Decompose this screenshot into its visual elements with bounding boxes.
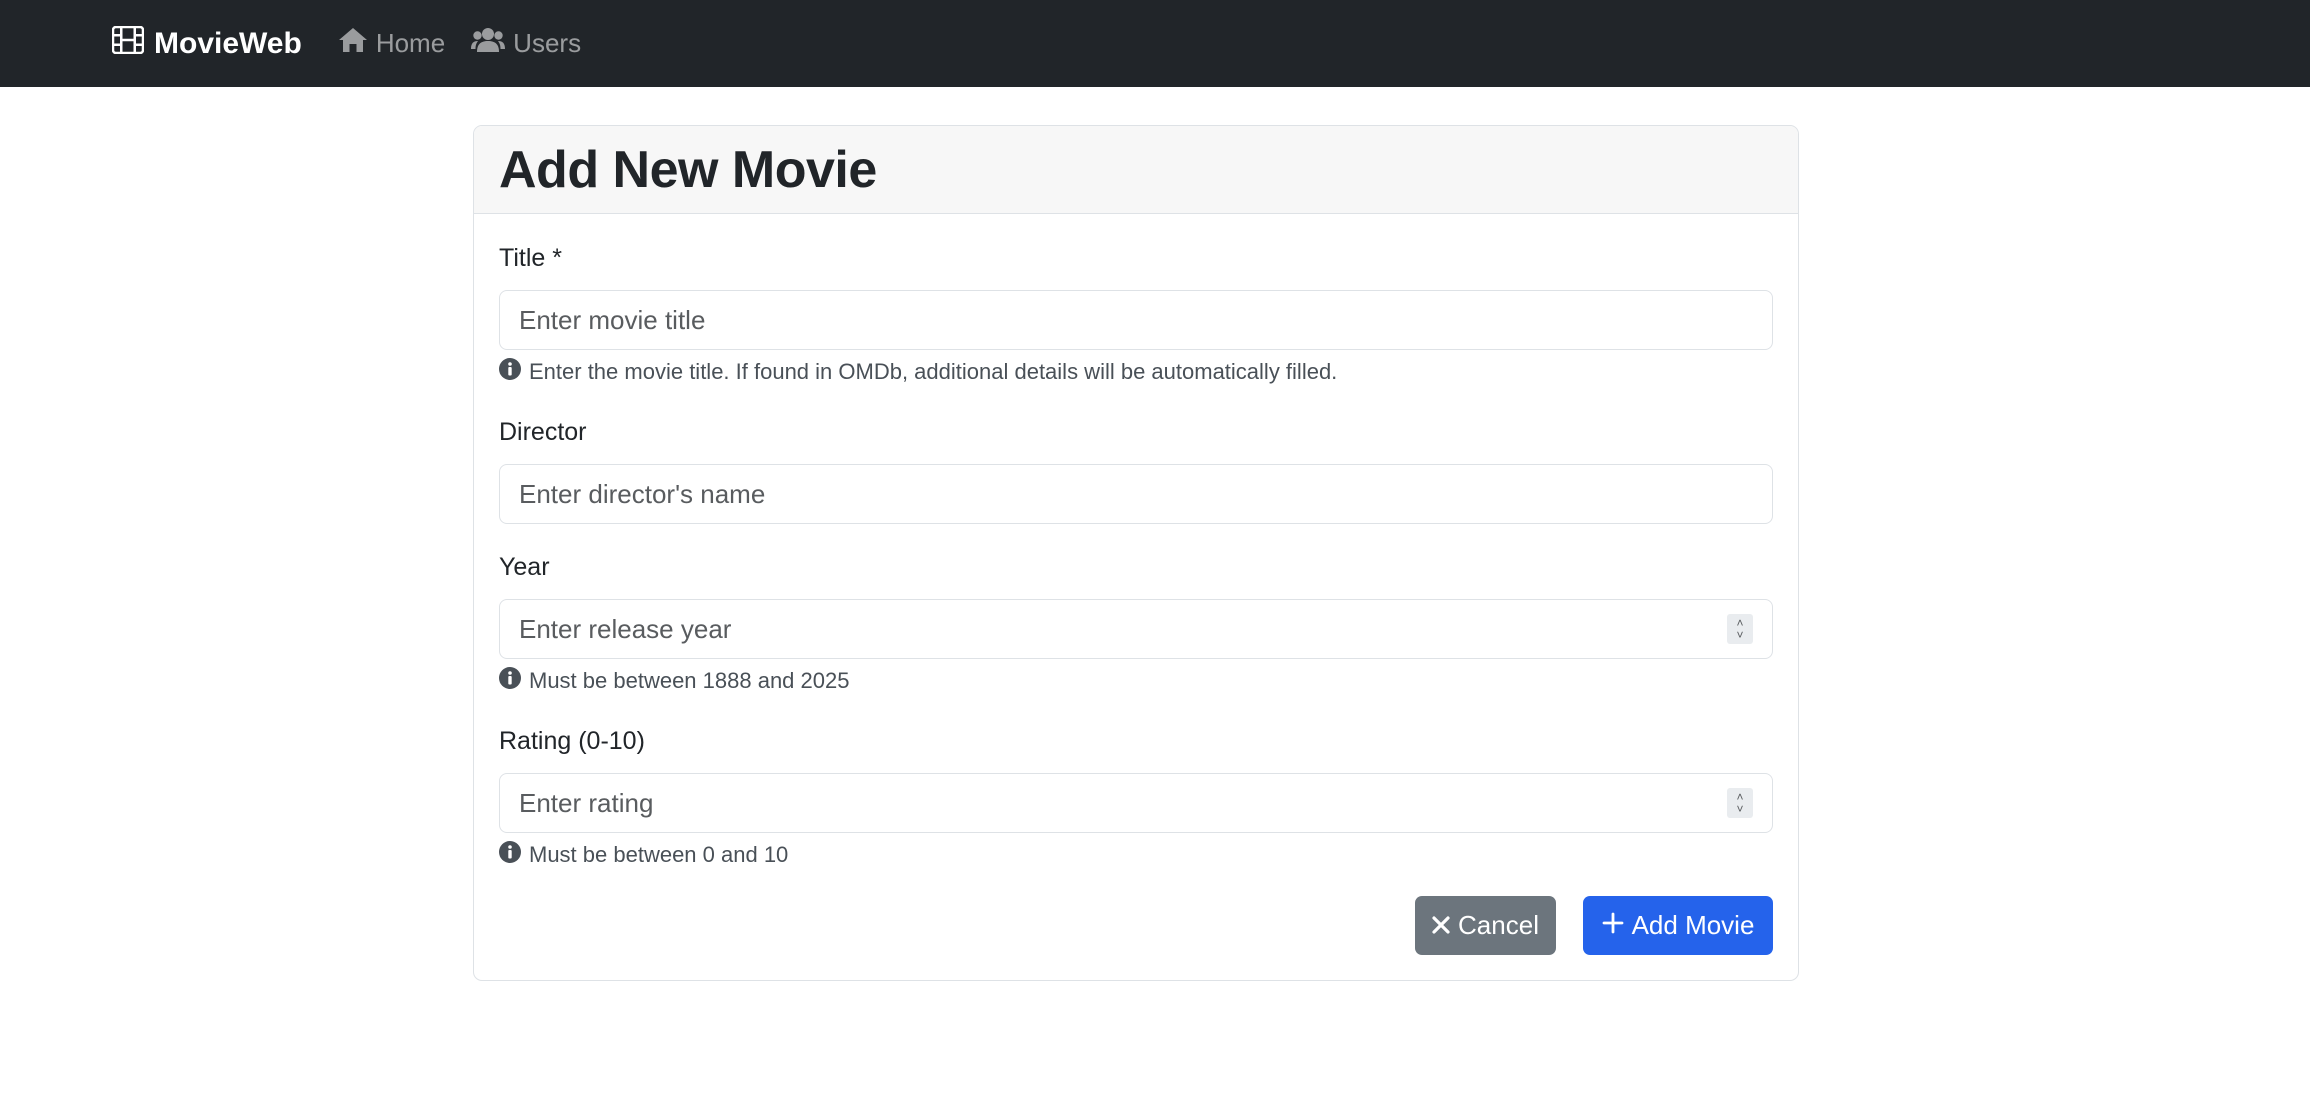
title-help-text: Enter the movie title. If found in OMDb,… xyxy=(529,359,1338,384)
title-input[interactable] xyxy=(499,290,1773,350)
director-input[interactable] xyxy=(499,464,1773,524)
brand-label: MovieWeb xyxy=(154,26,302,60)
rating-help: Must be between 0 and 10 xyxy=(499,841,788,869)
close-icon xyxy=(1432,910,1450,941)
nav-link-users-label: Users xyxy=(513,28,582,58)
home-icon xyxy=(338,27,368,60)
director-label: Director xyxy=(499,418,587,446)
navbar: MovieWeb Home Users xyxy=(0,0,2310,87)
chevron-down-icon[interactable]: ˅ xyxy=(1736,629,1743,641)
title-label: Title * xyxy=(499,244,562,272)
add-movie-card: Add New Movie Title * Enter the movie ti… xyxy=(473,125,1799,981)
rating-help-text: Must be between 0 and 10 xyxy=(529,842,789,867)
year-field: ˄ ˅ xyxy=(499,599,1773,659)
nav-link-home[interactable]: Home xyxy=(338,27,445,60)
users-icon xyxy=(471,27,506,60)
add-movie-button-label: Add Movie xyxy=(1631,910,1755,940)
nav-link-users[interactable]: Users xyxy=(471,27,581,60)
film-icon xyxy=(111,25,145,62)
info-icon xyxy=(499,667,521,695)
title-help: Enter the movie title. If found in OMDb,… xyxy=(499,358,1337,386)
year-input[interactable] xyxy=(499,599,1773,659)
brand-link[interactable]: MovieWeb xyxy=(111,25,302,62)
plus-icon xyxy=(1602,910,1624,941)
add-movie-button[interactable]: Add Movie xyxy=(1583,896,1773,955)
info-icon xyxy=(499,358,521,386)
info-icon xyxy=(499,841,521,869)
card-header: Add New Movie xyxy=(474,126,1798,214)
year-help-text: Must be between 1888 and 2025 xyxy=(529,668,850,693)
rating-label: Rating (0-10) xyxy=(499,727,645,755)
year-help: Must be between 1888 and 2025 xyxy=(499,667,849,695)
rating-input[interactable] xyxy=(499,773,1773,833)
rating-stepper[interactable]: ˄ ˅ xyxy=(1727,788,1753,818)
rating-field: ˄ ˅ xyxy=(499,773,1773,833)
cancel-button[interactable]: Cancel xyxy=(1415,896,1556,955)
page-title: Add New Movie xyxy=(499,140,877,199)
nav-link-home-label: Home xyxy=(375,28,446,58)
cancel-button-label: Cancel xyxy=(1458,910,1539,940)
year-stepper[interactable]: ˄ ˅ xyxy=(1727,614,1753,644)
chevron-down-icon[interactable]: ˅ xyxy=(1736,803,1743,815)
year-label: Year xyxy=(499,553,550,581)
